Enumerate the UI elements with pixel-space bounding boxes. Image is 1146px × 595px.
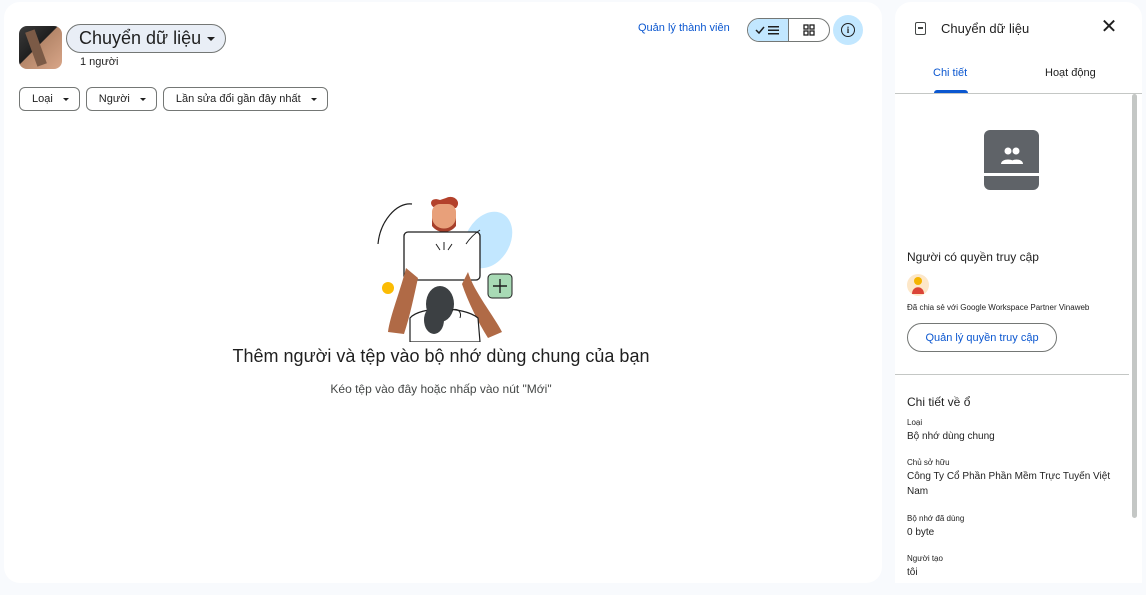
filter-label: Người <box>98 93 130 105</box>
detail-value-type: Bộ nhớ dùng chung <box>907 431 995 442</box>
shared-drive-icon <box>915 22 926 35</box>
drive-title-dropdown[interactable]: Chuyển dữ liệu <box>66 24 227 53</box>
detail-label-creator: Người tạo <box>907 554 943 563</box>
detail-value-owner: Công Ty Cổ Phần Phần Mềm Trực Tuyến Việt… <box>907 471 1111 497</box>
check-list-icon <box>755 26 779 35</box>
main-content: Chuyển dữ liệu 1 người Quản lý thành viê… <box>4 2 882 583</box>
shared-drive-large-icon <box>984 130 1039 190</box>
empty-state-illustration <box>377 196 513 342</box>
info-button[interactable]: i <box>833 15 863 45</box>
caret-down-icon <box>62 97 69 101</box>
drive-avatar[interactable] <box>19 26 62 69</box>
drive-title: Chuyển dữ liệu <box>79 28 202 48</box>
info-icon: i <box>841 23 855 37</box>
caret-down-icon <box>207 36 216 41</box>
caret-down-icon <box>139 97 146 101</box>
list-view-button[interactable] <box>748 19 789 41</box>
grid-icon <box>803 24 815 36</box>
details-panel: Chuyển dữ liệu ✕ Chi tiết Hoạt động Ngườ… <box>895 2 1142 583</box>
filter-modified[interactable]: Lần sửa đổi gần đây nhất <box>162 87 328 111</box>
detail-value-creator: tôi <box>907 567 918 578</box>
access-section-title: Người có quyền truy cập <box>907 250 1039 264</box>
filter-bar: Loại Người Lần sửa đổi gần đây nhất <box>19 87 328 111</box>
filter-type[interactable]: Loại <box>19 87 80 111</box>
caret-down-icon <box>310 97 317 101</box>
manage-access-button[interactable]: Quản lý quyền truy cập <box>907 323 1057 352</box>
empty-state-title: Thêm người và tệp vào bộ nhớ dùng chung … <box>232 346 650 366</box>
manage-members-link[interactable]: Quản lý thành viên <box>638 22 730 34</box>
grid-view-button[interactable] <box>789 19 829 41</box>
detail-label-storage: Bộ nhớ đã dùng <box>907 514 965 523</box>
close-icon[interactable]: ✕ <box>1099 17 1119 37</box>
user-avatar-icon <box>912 277 924 294</box>
view-toggle <box>747 18 830 42</box>
filter-label: Lần sửa đổi gần đây nhất <box>175 93 301 105</box>
people-icon <box>1001 147 1023 164</box>
panel-tabs: Chi tiết Hoạt động <box>895 54 1142 94</box>
sharer-avatar[interactable] <box>907 274 929 296</box>
shared-with-text: Đã chia sẻ với Google Workspace Partner … <box>907 303 1090 312</box>
detail-label-type: Loại <box>907 418 923 427</box>
detail-label-owner: Chủ sở hữu <box>907 458 950 467</box>
panel-scrollbar[interactable] <box>1132 94 1137 518</box>
member-count: 1 người <box>80 56 119 68</box>
detail-value-storage: 0 byte <box>907 527 935 538</box>
section-divider <box>895 374 1129 375</box>
drive-details-title: Chi tiết về ổ <box>907 395 971 409</box>
panel-title: Chuyển dữ liệu <box>941 21 1030 36</box>
empty-state-subtitle: Kéo tệp vào đây hoặc nhấp vào nút "Mới" <box>330 382 552 396</box>
filter-people[interactable]: Người <box>85 87 157 111</box>
tab-details[interactable]: Chi tiết <box>933 67 967 79</box>
active-tab-indicator <box>934 90 968 93</box>
panel-header: Chuyển dữ liệu ✕ <box>895 2 1142 52</box>
tab-activity[interactable]: Hoạt động <box>1045 67 1096 79</box>
filter-label: Loại <box>32 93 53 105</box>
